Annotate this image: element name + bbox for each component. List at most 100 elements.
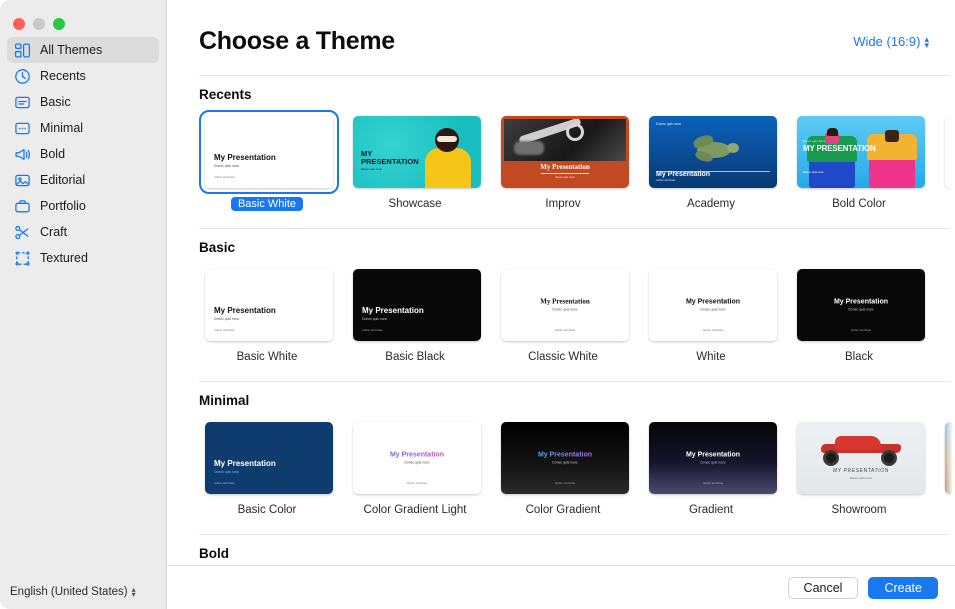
cancel-button[interactable]: Cancel: [787, 576, 859, 599]
theme-label: Basic White: [230, 197, 304, 211]
texture-icon: [14, 250, 31, 267]
theme-cell-showroom[interactable]: MY PRESENTATION Donec quis nunc Showroom: [791, 416, 927, 518]
section-divider: [199, 381, 955, 382]
sidebar-item-editorial[interactable]: Editorial: [7, 167, 159, 193]
sidebar-item-label: Minimal: [40, 121, 84, 135]
theme-section-minimal: Minimal My Presentation Donec quis nunc Aut…: [167, 381, 955, 518]
sidebar-item-minimal[interactable]: Minimal: [7, 115, 159, 141]
language-label: English (United States): [10, 586, 128, 598]
theme-thumbnail-white[interactable]: My Presentation Donec quis nunc Author and…: [643, 263, 783, 347]
theme-thumbnail-black[interactable]: My Presentation Donec quis nunc Author and…: [791, 263, 931, 347]
theme-label: White: [696, 351, 726, 363]
theme-label: Improv: [545, 198, 581, 210]
window-controls: [0, 0, 166, 34]
document-icon: [14, 94, 31, 111]
sidebar-item-label: Basic: [40, 95, 71, 109]
section-divider: [199, 228, 955, 229]
theme-thumbnail-color-gradient[interactable]: My Presentation Donec quis nunc Author and…: [495, 416, 635, 500]
sidebar: All Themes Recents Basic Minimal Bold Editori…: [0, 0, 167, 609]
theme-label: Bold Color: [832, 198, 886, 210]
grid-icon: [14, 42, 31, 59]
theme-label: Showroom: [831, 504, 887, 516]
theme-sections: Recents My Presentation Donec quis nunc Aut…: [167, 75, 955, 565]
theme-label: Classic White: [528, 351, 598, 363]
slide-size-selector[interactable]: Wide (16:9) ▴ ▾: [853, 27, 929, 49]
section-divider: [199, 75, 955, 76]
theme-cell-basic-white[interactable]: My Presentation Donec quis nunc Author and…: [199, 263, 335, 365]
theme-thumbnail-classic-white[interactable]: My Presentation Donec quis nunc Author and…: [495, 263, 635, 347]
megaphone-icon: [14, 146, 31, 163]
minimal-icon: [14, 120, 31, 137]
theme-thumbnail-showroom[interactable]: MY PRESENTATION Donec quis nunc: [791, 416, 931, 500]
sidebar-item-basic[interactable]: Basic: [7, 89, 159, 115]
theme-thumbnail-basic-black[interactable]: My Presentation Donec quis nunc Author and…: [347, 263, 487, 347]
photo-icon: [14, 172, 31, 189]
theme-cell-color-gradient-light[interactable]: My Presentation Donec quis nunc Author and…: [347, 416, 483, 518]
header: Choose a Theme Wide (16:9) ▴ ▾: [167, 0, 955, 56]
sidebar-item-portfolio[interactable]: Portfolio: [7, 193, 159, 219]
sidebar-item-bold[interactable]: Bold: [7, 141, 159, 167]
sidebar-item-label: Portfolio: [40, 199, 86, 213]
sidebar-item-all-themes[interactable]: All Themes: [7, 37, 159, 63]
zoom-button[interactable]: [53, 17, 65, 30]
theme-thumbnail-gradient[interactable]: My Presentation Donec quis nunc Author and…: [643, 416, 783, 500]
theme-cell-basic-white[interactable]: My Presentation Donec quis nunc Author and…: [199, 110, 339, 212]
theme-label: Black: [844, 351, 874, 363]
language-selector[interactable]: English (United States) ▴ ▾: [10, 585, 136, 599]
theme-label: Academy: [687, 198, 735, 210]
theme-section-basic: Basic My Presentation Donec quis nunc Autho…: [167, 228, 955, 365]
theme-label: Showcase: [388, 198, 442, 210]
theme-thumbnail-academy[interactable]: Donec quis nunc My Presentation Author and…: [643, 110, 783, 194]
theme-row: My Presentation Donec quis nunc Author and…: [199, 110, 955, 212]
theme-row: My Presentation Donec quis nunc Author and…: [199, 263, 955, 365]
theme-thumbnail-basic-white[interactable]: My Presentation Donec quis nunc Author and…: [199, 263, 339, 347]
theme-cell-classic-white[interactable]: My Presentation Donec quis nunc Author and…: [495, 263, 631, 365]
theme-label: Basic White: [236, 351, 298, 363]
theme-thumbnail-basic-white[interactable]: My Presentation Donec quis nunc Author and…: [199, 110, 339, 194]
theme-thumbnail-improv[interactable]: My Presentation Donec quis nunc: [495, 110, 635, 194]
main-panel: Choose a Theme Wide (16:9) ▴ ▾ Recents My …: [167, 0, 955, 609]
theme-section-recents: Recents My Presentation Donec quis nunc Aut…: [167, 75, 955, 212]
sidebar-item-textured[interactable]: Textured: [7, 245, 159, 271]
theme-cell-white[interactable]: My Presentation Donec quis nunc Author and…: [643, 263, 779, 365]
close-button[interactable]: [13, 17, 25, 30]
language-selector-row: English (United States) ▴ ▾: [0, 575, 166, 609]
section-title: Minimal: [199, 393, 250, 408]
theme-label: Gradient: [688, 504, 734, 516]
theme-thumbnail-basic-color[interactable]: My Presentation Donec quis nunc Author and…: [199, 416, 339, 500]
theme-cell-black[interactable]: My Presentation Donec quis nunc Author and…: [791, 263, 927, 365]
theme-cell-bold-color[interactable]: Donec quis nunc MY PRESENTATION Donec quis…: [791, 110, 927, 212]
theme-cell-basic-color[interactable]: My Presentation Donec quis nunc Author and…: [199, 416, 335, 518]
sidebar-item-label: Textured: [40, 251, 88, 265]
sidebar-item-recents[interactable]: Recents: [7, 63, 159, 89]
section-title: Basic: [199, 240, 236, 255]
section-title: Recents: [199, 87, 252, 102]
theme-thumbnail-bold-color[interactable]: Donec quis nunc MY PRESENTATION Donec quis…: [791, 110, 931, 194]
theme-section-bold: BoldDonec quis nuncMY PRESENTATIONDonec …: [167, 534, 955, 565]
sidebar-item-label: Bold: [40, 147, 66, 161]
sidebar-nav: All Themes Recents Basic Minimal Bold Editori…: [0, 37, 166, 575]
sidebar-item-label: Craft: [40, 225, 68, 239]
theme-row: My Presentation Donec quis nunc Author and…: [199, 416, 955, 518]
scissors-icon: [14, 224, 31, 241]
right-edge-fade: [945, 0, 955, 565]
theme-cell-gradient[interactable]: My Presentation Donec quis nunc Author and…: [643, 416, 779, 518]
theme-scroll-area[interactable]: Choose a Theme Wide (16:9) ▴ ▾ Recents My …: [167, 0, 955, 565]
page-title: Choose a Theme: [199, 27, 395, 55]
theme-thumbnail-showcase[interactable]: MY PRESENTATION Donec quis nunc: [347, 110, 487, 194]
sidebar-item-label: Recents: [40, 69, 86, 83]
theme-label: Color Gradient Light: [363, 504, 467, 516]
theme-cell-improv[interactable]: My Presentation Donec quis nunc Improv: [495, 110, 631, 212]
theme-label: Basic Black: [385, 351, 445, 363]
theme-cell-color-gradient[interactable]: My Presentation Donec quis nunc Author and…: [495, 416, 631, 518]
slide-size-label: Wide (16:9): [853, 34, 921, 49]
sidebar-item-craft[interactable]: Craft: [7, 219, 159, 245]
theme-cell-academy[interactable]: Donec quis nunc My Presentation Author and…: [643, 110, 779, 212]
theme-cell-basic-black[interactable]: My Presentation Donec quis nunc Author and…: [347, 263, 483, 365]
theme-cell-showcase[interactable]: MY PRESENTATION Donec quis nunc Showcase: [347, 110, 483, 212]
create-button[interactable]: Create: [868, 576, 938, 599]
minimize-button[interactable]: [33, 17, 45, 30]
footer-bar: Cancel Create: [167, 565, 955, 609]
stepper-icon: ▴ ▾: [131, 585, 136, 599]
theme-thumbnail-color-gradient-light[interactable]: My Presentation Donec quis nunc Author and…: [347, 416, 487, 500]
